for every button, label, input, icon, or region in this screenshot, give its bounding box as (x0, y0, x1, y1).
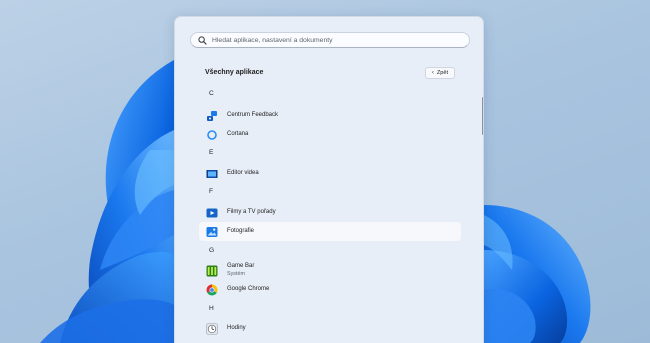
app-item-editor-videa[interactable]: Editor videa (199, 164, 461, 183)
app-label: Centrum Feedback (227, 111, 279, 118)
start-menu: Všechny aplikace ‹ Zpět C Centrum Feedba… (174, 16, 484, 343)
app-item-hodiny[interactable]: Hodiny (199, 319, 461, 338)
app-item-centrum-feedback[interactable]: Centrum Feedback (199, 106, 461, 125)
all-apps-title: Všechny aplikace (205, 69, 264, 76)
feedback-hub-icon (207, 110, 217, 121)
photos-icon (206, 226, 218, 237)
app-item-game-bar[interactable]: Game Bar Systém (199, 261, 461, 280)
letter-header-e[interactable]: E (199, 146, 461, 160)
letter-header-label: F (209, 188, 214, 195)
chrome-icon (206, 284, 218, 295)
app-label: Cortana (227, 130, 249, 137)
letter-header-label: H (209, 305, 214, 312)
video-editor-icon (206, 169, 218, 178)
search-icon (198, 35, 207, 45)
back-button-label: Zpět (436, 70, 449, 76)
letter-header-label: E (209, 149, 214, 156)
chevron-left-icon: ‹ (431, 70, 434, 76)
cortana-icon (207, 129, 217, 140)
app-item-fotografie[interactable]: Fotografie (199, 222, 461, 241)
letter-header-f[interactable]: F (199, 185, 461, 199)
letter-header-c[interactable]: C (199, 87, 461, 101)
letter-header-g[interactable]: G (199, 244, 461, 258)
letter-header-label: C (209, 90, 214, 97)
search-box[interactable] (190, 32, 470, 48)
letter-header-label: G (209, 247, 215, 254)
app-label: Google Chrome (227, 285, 270, 292)
app-label: Hodiny (227, 324, 246, 331)
letter-header-h[interactable]: H (199, 302, 461, 316)
app-label: Game Bar (227, 263, 255, 270)
app-label: Fotografie (227, 227, 255, 234)
movies-tv-icon (206, 208, 218, 217)
game-bar-icon (206, 265, 218, 276)
app-sublabel: Systém (227, 270, 245, 277)
app-item-google-chrome[interactable]: Google Chrome (199, 280, 461, 299)
search-input[interactable] (212, 36, 452, 44)
app-item-cortana[interactable]: Cortana (199, 125, 461, 144)
app-item-filmy-a-tv[interactable]: Filmy a TV pořady (199, 203, 461, 222)
app-label: Editor videa (227, 169, 259, 176)
scrollbar-thumb[interactable] (482, 97, 483, 135)
app-label: Filmy a TV pořady (227, 208, 276, 215)
back-button[interactable]: ‹ Zpět (425, 67, 455, 79)
clock-icon (206, 322, 218, 335)
